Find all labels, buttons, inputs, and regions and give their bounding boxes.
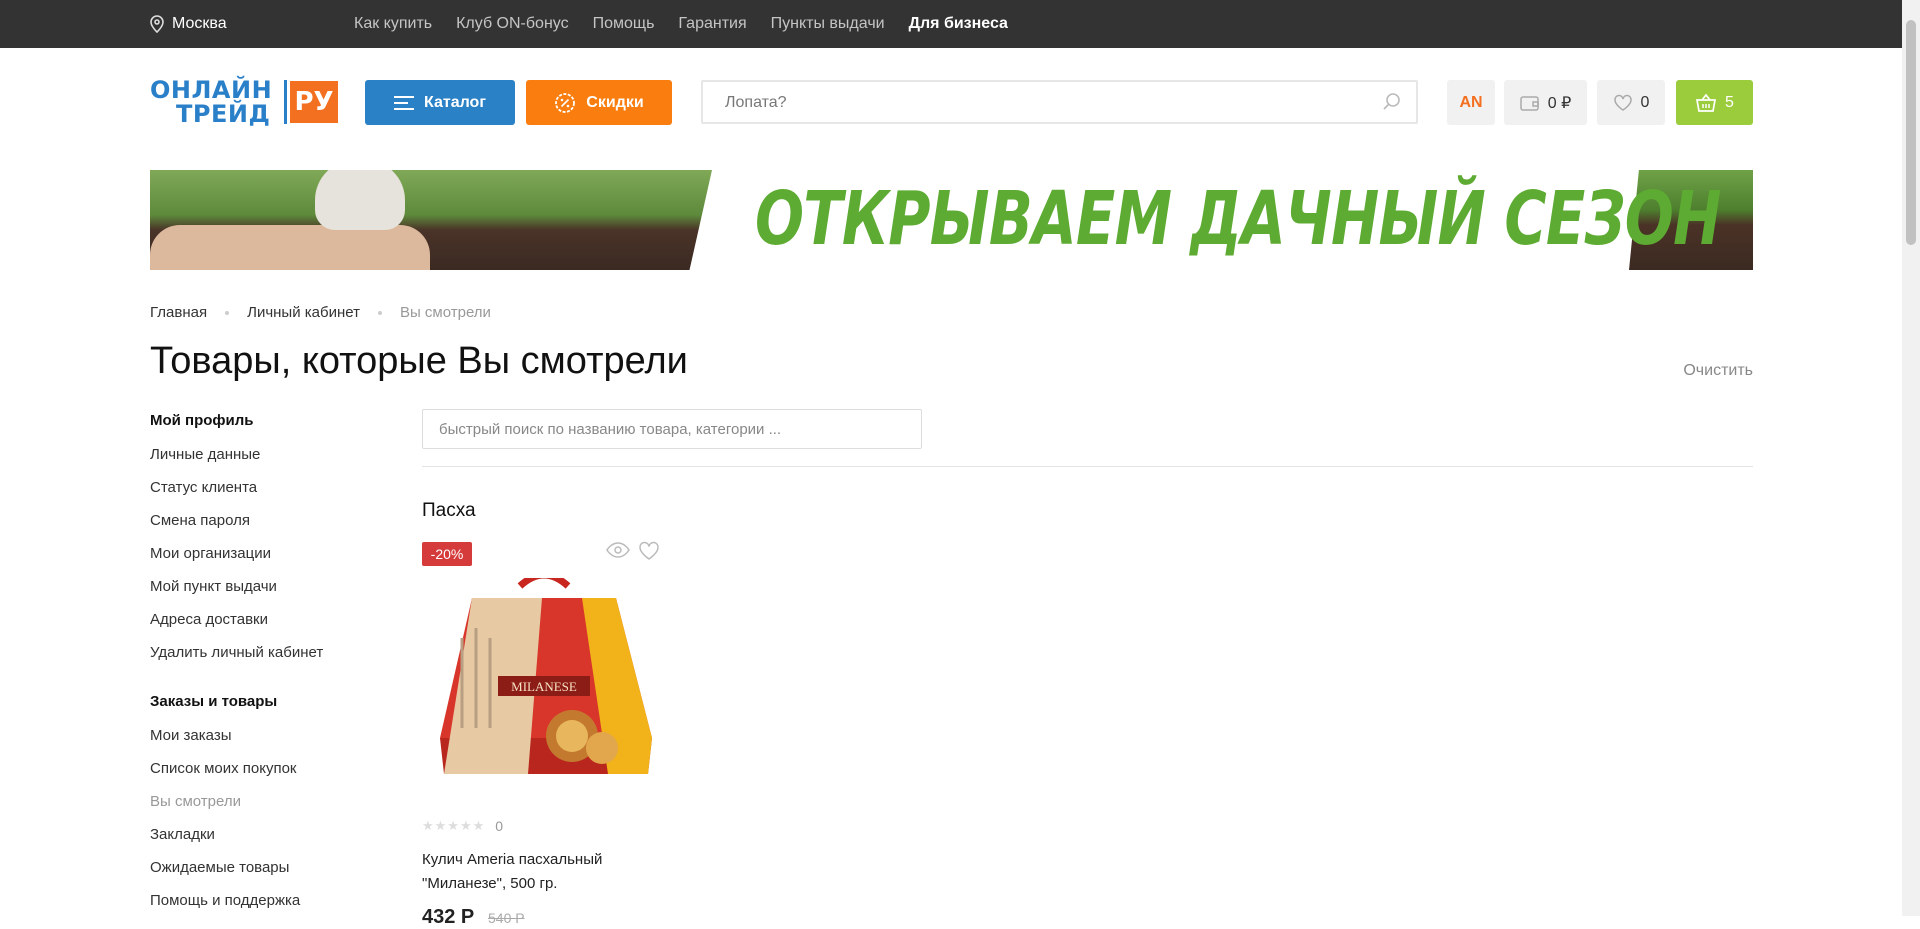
banner-text: ОТКРЫВАЕМ ДАЧНЫЙ СЕЗОН bbox=[755, 176, 1721, 262]
page-title: Товары, которые Вы смотрели bbox=[150, 340, 688, 382]
nav-pickup-points[interactable]: Пункты выдачи bbox=[771, 15, 885, 33]
clear-history-button[interactable]: Очистить bbox=[1683, 362, 1753, 380]
logo-suffix: РУ bbox=[290, 81, 338, 123]
sidebar-item-purchases[interactable]: Список моих покупок bbox=[150, 758, 410, 791]
city-label: Москва bbox=[172, 15, 227, 32]
promo-banner[interactable]: ОТКРЫВАЕМ ДАЧНЫЙ СЕЗОН bbox=[150, 170, 1753, 270]
user-initials: AN bbox=[1459, 93, 1483, 111]
sidebar-item-client-status[interactable]: Статус клиента bbox=[150, 477, 410, 510]
logo-line-2: ТРЕЙД bbox=[176, 100, 271, 128]
location-pin-icon bbox=[150, 15, 164, 33]
content-divider bbox=[422, 466, 1753, 467]
product-price: 432 Р bbox=[422, 906, 475, 928]
sidebar-item-organizations[interactable]: Мои организации bbox=[150, 543, 410, 576]
breadcrumb-account[interactable]: Личный кабинет bbox=[247, 304, 360, 321]
sidebar-heading-profile: Мой профиль bbox=[150, 412, 254, 429]
sidebar-heading-orders: Заказы и товары bbox=[150, 693, 278, 710]
quick-search-box bbox=[422, 409, 922, 449]
nav-how-to-buy[interactable]: Как купить bbox=[354, 15, 432, 33]
favorites-button[interactable]: 0 bbox=[1597, 80, 1665, 125]
banner-garden-image bbox=[150, 170, 712, 270]
basket-icon bbox=[1696, 93, 1717, 112]
top-nav: Как купить Клуб ON-бонус Помощь Гарантия… bbox=[354, 0, 1032, 48]
catalog-button[interactable]: Каталог bbox=[365, 80, 515, 125]
product-image[interactable]: MILANESE bbox=[432, 578, 656, 788]
sale-label: Скидки bbox=[586, 93, 644, 111]
product-name[interactable]: Кулич Ameria пасхальный "Миланезе", 500 … bbox=[422, 848, 642, 896]
product-brand-text: MILANESE bbox=[511, 679, 577, 694]
product-card[interactable]: -20% MILANESE ★★★★★ 0 Кулич Ameria пасха… bbox=[422, 540, 662, 928]
cart-count: 5 bbox=[1725, 93, 1734, 111]
sidebar-item-support[interactable]: Помощь и поддержка bbox=[150, 890, 410, 923]
banner-knee-shape bbox=[150, 225, 430, 270]
sidebar-item-personal-data[interactable]: Личные данные bbox=[150, 444, 410, 477]
product-rating: ★★★★★ 0 bbox=[422, 818, 503, 834]
breadcrumb-current: Вы смотрели bbox=[399, 304, 491, 321]
sidebar-item-delete-account[interactable]: Удалить личный кабинет bbox=[150, 642, 410, 675]
nav-bonus-club[interactable]: Клуб ON-бонус bbox=[456, 15, 569, 33]
discount-badge: -20% bbox=[422, 542, 472, 566]
sidebar-item-bookmarks[interactable]: Закладки bbox=[150, 824, 410, 857]
sale-button[interactable]: Скидки bbox=[526, 80, 672, 125]
top-bar: Москва Как купить Клуб ON-бонус Помощь Г… bbox=[0, 0, 1902, 48]
sidebar-item-change-password[interactable]: Смена пароля bbox=[150, 510, 410, 543]
wallet-balance: 0 ₽ bbox=[1547, 94, 1572, 112]
user-profile-button[interactable]: AN bbox=[1447, 80, 1495, 125]
product-old-price: 540 Р bbox=[488, 910, 525, 926]
quick-search-input[interactable] bbox=[423, 410, 921, 448]
sidebar-item-pickup-point[interactable]: Мой пункт выдачи bbox=[150, 576, 410, 609]
nav-warranty[interactable]: Гарантия bbox=[678, 15, 746, 33]
rating-count: 0 bbox=[495, 818, 504, 834]
logo-divider bbox=[284, 80, 287, 124]
catalog-label: Каталог bbox=[424, 93, 486, 111]
account-sidebar: Мой профиль Личные данные Статус клиента… bbox=[150, 410, 410, 923]
banner-glove-shape bbox=[315, 170, 405, 230]
breadcrumb-separator bbox=[225, 310, 230, 315]
sidebar-item-delivery-addresses[interactable]: Адреса доставки bbox=[150, 609, 410, 642]
sidebar-item-viewed: Вы смотрели bbox=[150, 793, 241, 810]
city-selector[interactable]: Москва bbox=[150, 0, 227, 48]
menu-icon bbox=[394, 95, 414, 110]
favorites-count: 0 bbox=[1640, 93, 1650, 111]
eye-icon[interactable] bbox=[606, 542, 630, 558]
category-group-title: Пасха bbox=[422, 500, 476, 521]
wallet-icon bbox=[1519, 95, 1539, 111]
sidebar-item-expected[interactable]: Ожидаемые товары bbox=[150, 857, 410, 890]
scrollbar-thumb[interactable] bbox=[1906, 20, 1916, 245]
wallet-button[interactable]: 0 ₽ bbox=[1504, 80, 1587, 125]
search-icon[interactable] bbox=[1382, 92, 1402, 112]
cart-button[interactable]: 5 bbox=[1676, 80, 1753, 125]
search-box bbox=[701, 80, 1418, 124]
breadcrumb: Главная Личный кабинет Вы смотрели bbox=[150, 304, 491, 321]
page-scrollbar[interactable] bbox=[1902, 0, 1920, 916]
search-input[interactable] bbox=[703, 82, 1387, 124]
rating-stars: ★★★★★ bbox=[422, 818, 486, 833]
breadcrumb-separator bbox=[377, 310, 382, 315]
sidebar-item-my-orders[interactable]: Мои заказы bbox=[150, 725, 410, 758]
discount-badge-icon bbox=[555, 92, 576, 113]
nav-business[interactable]: Для бизнеса bbox=[909, 15, 1008, 33]
breadcrumb-home[interactable]: Главная bbox=[150, 304, 207, 321]
nav-help[interactable]: Помощь bbox=[593, 15, 655, 33]
add-to-favorites-icon[interactable] bbox=[638, 541, 660, 561]
site-logo[interactable]: ОНЛАЙН ТРЕЙД РУ bbox=[150, 76, 338, 128]
heart-icon bbox=[1613, 94, 1632, 111]
